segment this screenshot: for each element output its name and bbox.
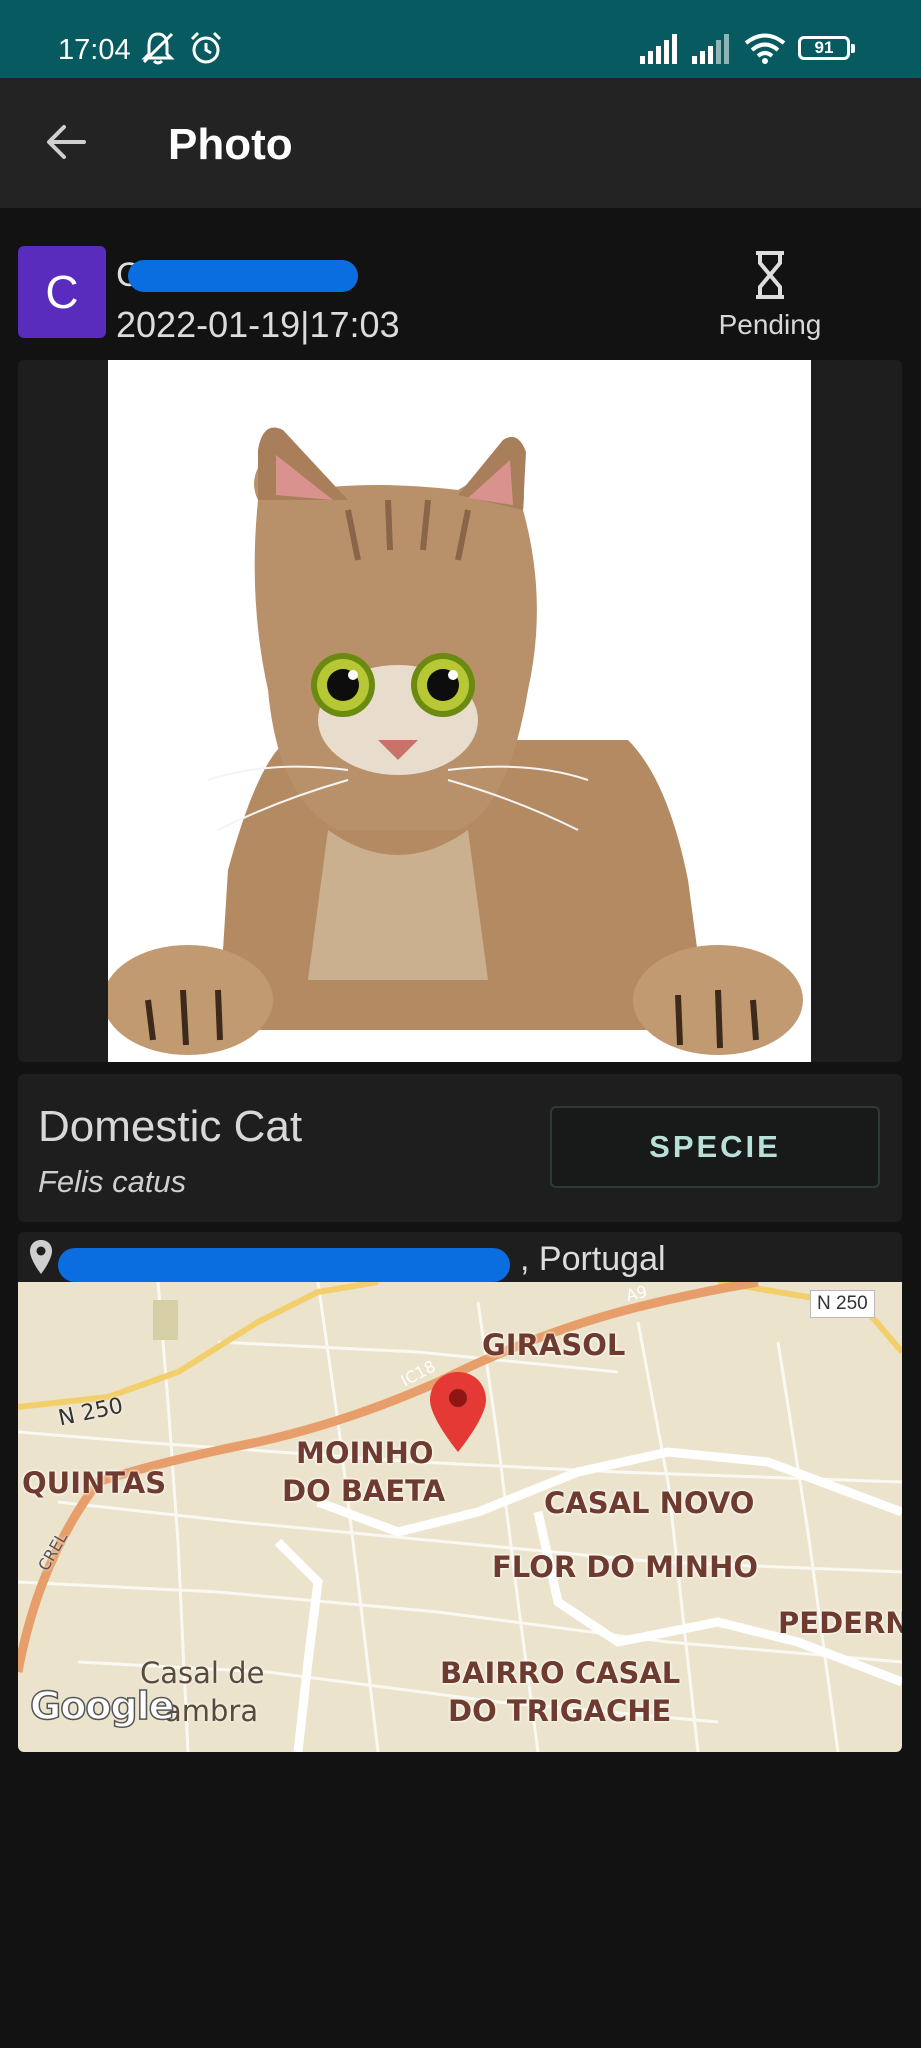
signal-icon	[640, 34, 684, 69]
cat-photo[interactable]	[108, 360, 811, 1062]
post-datetime: 2022-01-19|17:03	[116, 304, 400, 345]
map-label-moinho: MOINHO	[296, 1436, 434, 1470]
google-logo: Google	[29, 1683, 175, 1729]
species-common-name: Domestic Cat	[38, 1102, 303, 1151]
wifi-icon	[744, 32, 786, 69]
photo-card	[18, 360, 902, 1062]
app-bar: Photo	[0, 78, 921, 208]
battery-icon: 91	[798, 36, 855, 60]
location-card: , Portugal GIRASOL MOINHO DO BAETA QUINT…	[18, 1232, 902, 1752]
status-time: 17:04	[58, 34, 131, 66]
mute-icon	[140, 30, 176, 71]
map-label-pedern: PEDERN	[778, 1606, 902, 1640]
status-bar: 17:04 91	[0, 0, 921, 78]
location-row: , Portugal	[18, 1232, 902, 1282]
redaction-bar	[58, 1248, 510, 1282]
map-label-flor-do-minho: FLOR DO MINHO	[492, 1550, 758, 1584]
alarm-icon	[188, 30, 224, 71]
map-label-quintas: QUINTAS	[22, 1466, 167, 1500]
location-pin-icon	[28, 1238, 54, 1281]
map-label-casal-novo: CASAL NOVO	[544, 1486, 755, 1520]
redaction-bar	[128, 260, 358, 292]
species-scientific-name: Felis catus	[38, 1164, 187, 1199]
map-label-do-trigache: DO TRIGACHE	[448, 1694, 672, 1728]
map-label-girasol: GIRASOL	[482, 1328, 626, 1362]
status-indicator: Pending	[700, 250, 840, 341]
map-label-bairro-casal: BAIRRO CASAL	[440, 1656, 681, 1690]
signal-icon-2	[692, 34, 736, 69]
map-label-cambra: ambra	[164, 1694, 259, 1728]
page-title: Photo	[168, 120, 293, 169]
location-text: , Portugal	[520, 1240, 666, 1278]
map-road-shield-n250: N 250	[810, 1290, 875, 1318]
arrow-left-icon[interactable]	[44, 122, 88, 167]
hourglass-icon	[752, 251, 788, 304]
map-view[interactable]: GIRASOL MOINHO DO BAETA QUINTAS CASAL NO…	[18, 1282, 902, 1752]
specie-button[interactable]: SPECIE	[550, 1106, 880, 1188]
avatar[interactable]: C	[18, 246, 106, 338]
species-card: Domestic Cat Felis catus SPECIE	[18, 1074, 902, 1222]
status-label: Pending	[718, 309, 822, 340]
post-header: C C 2022-01-19|17:03 Pending	[0, 208, 921, 358]
map-label-do-baeta: DO BAETA	[282, 1474, 446, 1508]
